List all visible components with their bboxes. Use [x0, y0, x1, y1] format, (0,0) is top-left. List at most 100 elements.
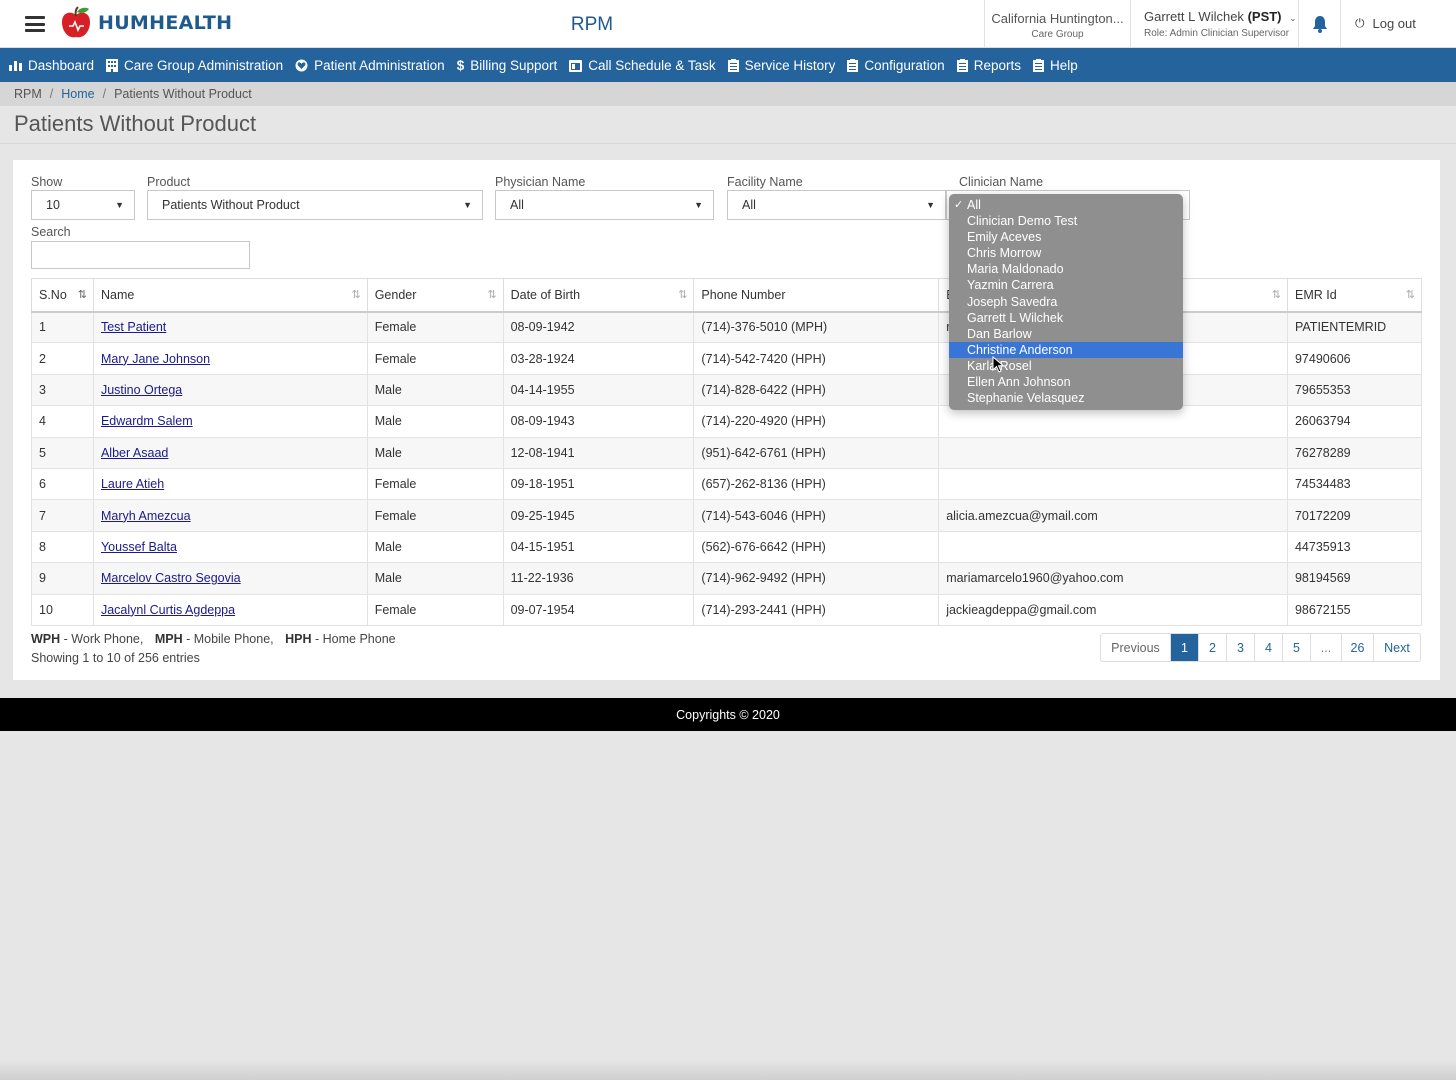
patient-name-link[interactable]: Youssef Balta: [101, 540, 177, 554]
dropdown-option[interactable]: Karla Rosel: [949, 358, 1183, 374]
patient-name-link[interactable]: Justino Ortega: [101, 383, 182, 397]
cell-emr-id: 79655353: [1286, 373, 1423, 407]
dropdown-option[interactable]: Ellen Ann Johnson: [949, 374, 1183, 390]
nav-patient-administration[interactable]: Patient Administration: [295, 58, 445, 73]
legend-abbr: WPH: [31, 632, 61, 646]
page-title: Patients Without Product: [14, 111, 257, 136]
cell-gender: Female: [366, 467, 504, 501]
physician-select[interactable]: All ▼: [495, 190, 714, 220]
cell-phone: (714)-220-4920 (HPH): [693, 405, 940, 438]
search-label: Search: [31, 225, 71, 239]
patient-name-link[interactable]: Mary Jane Johnson: [101, 352, 210, 366]
pagination-page[interactable]: 4: [1254, 634, 1282, 661]
column-header-phone[interactable]: Phone Number: [693, 278, 940, 313]
cell-email: [938, 405, 1288, 438]
dropdown-option[interactable]: Garrett L Wilchek: [949, 310, 1183, 326]
cell-dob: 03-28-1924: [502, 342, 695, 375]
patient-name-link[interactable]: Laure Atieh: [101, 477, 164, 491]
table-header-row: S.No ⇅ Name ⇅ Gender ⇅ Date of Birth ⇅ Phone…: [31, 278, 1423, 313]
dropdown-option[interactable]: Clinician Demo Test: [949, 213, 1183, 229]
nav-dashboard[interactable]: Dashboard: [9, 58, 94, 73]
dropdown-option[interactable]: Stephanie Velasquez: [949, 390, 1183, 406]
search-input[interactable]: [31, 241, 250, 269]
option-label: Stephanie Velasquez: [967, 391, 1085, 406]
breadcrumb-current: Patients Without Product: [114, 87, 252, 101]
nav-care-group-administration[interactable]: Care Group Administration: [106, 58, 283, 73]
user-name: Garrett L Wilchek: [1144, 9, 1244, 24]
user-menu[interactable]: Garrett L Wilchek (PST) ⌄ Role: Admin Cl…: [1130, 0, 1298, 47]
cell-emr-id: 98672155: [1286, 593, 1423, 626]
column-header-emr-id[interactable]: EMR Id ⇅: [1286, 278, 1423, 313]
logout-button[interactable]: ⏻ Log out: [1340, 0, 1456, 47]
table-row: 5 Alber Asaad Male 12-08-1941 (951)-642-…: [31, 436, 1423, 469]
nav-label: Billing Support: [470, 57, 558, 73]
pagination-page[interactable]: 5: [1282, 634, 1310, 661]
sort-icon: ⇅: [1405, 289, 1415, 301]
nav-call-schedule-task[interactable]: Call Schedule & Task: [569, 58, 716, 73]
product-select[interactable]: Patients Without Product ▼: [147, 190, 483, 220]
dropdown-option[interactable]: Dan Barlow: [949, 326, 1183, 342]
legend-text: - Work Phone,: [63, 632, 144, 646]
dropdown-option-highlighted[interactable]: Christine Anderson: [949, 341, 1183, 358]
brand-logo[interactable]: HUMHEALTH: [60, 6, 232, 40]
patient-name-link[interactable]: Maryh Amezcua: [101, 509, 191, 523]
patient-name-link[interactable]: Jacalynl Curtis Agdeppa: [101, 603, 235, 617]
pagination-next[interactable]: Next: [1373, 634, 1420, 661]
breadcrumb-home-link[interactable]: Home: [61, 87, 94, 101]
column-header-gender[interactable]: Gender ⇅: [366, 278, 504, 313]
cell-emr-id: 76278289: [1286, 436, 1423, 469]
notifications-button[interactable]: [1298, 0, 1340, 47]
menu-icon[interactable]: [25, 16, 45, 32]
divider: [0, 143, 1456, 144]
option-label: Clinician Demo Test: [967, 214, 1078, 229]
nav-reports[interactable]: Reports: [956, 58, 1021, 73]
breadcrumb-separator: /: [102, 87, 107, 101]
show-entries-select[interactable]: 10 ▼: [31, 190, 135, 220]
patient-name-link[interactable]: Marcelov Castro Segovia: [101, 571, 241, 585]
option-label: Yazmin Carrera: [967, 278, 1054, 293]
dropdown-option[interactable]: Maria Maldonado: [949, 261, 1183, 277]
window-bottom-edge: [0, 1060, 1456, 1080]
pagination-page[interactable]: 3: [1226, 634, 1254, 661]
dropdown-option[interactable]: Chris Morrow: [949, 245, 1183, 261]
user-timezone: (PST): [1247, 9, 1282, 24]
nav-service-history[interactable]: Service History: [727, 58, 835, 73]
patient-name-link[interactable]: Edwardm Salem: [101, 414, 193, 428]
column-header-sno[interactable]: S.No ⇅: [31, 278, 94, 313]
pagination-previous[interactable]: Previous: [1101, 634, 1170, 661]
patients-table: S.No ⇅ Name ⇅ Gender ⇅ Date of Birth ⇅ Phone…: [31, 278, 1423, 626]
nav-billing-support[interactable]: $ Billing Support: [457, 58, 558, 73]
nav-label: Care Group Administration: [124, 57, 284, 73]
table-row: 2 Mary Jane Johnson Female 03-28-1924 (7…: [31, 342, 1423, 375]
dropdown-option[interactable]: ✓ All: [949, 197, 1183, 213]
table-row: 6 Laure Atieh Female 09-18-1951 (657)-26…: [31, 467, 1423, 501]
cell-gender: Male: [366, 530, 504, 564]
show-entries-value: 10: [46, 198, 60, 212]
cell-sno: 9: [31, 562, 94, 595]
dropdown-option[interactable]: Emily Aceves: [949, 229, 1183, 245]
pagination-page[interactable]: 1: [1170, 634, 1198, 661]
facility-select[interactable]: All ▼: [727, 190, 946, 220]
cell-gender: Female: [366, 593, 504, 626]
column-header-name[interactable]: Name ⇅: [92, 278, 368, 313]
cell-phone: (657)-262-8136 (HPH): [693, 467, 940, 501]
nav-configuration[interactable]: Configuration: [847, 58, 945, 73]
patient-name-link[interactable]: Alber Asaad: [101, 446, 168, 460]
org-switcher[interactable]: California Huntington... Care Group: [984, 0, 1130, 47]
patient-name-link[interactable]: Test Patient: [101, 320, 166, 334]
brand-name: HUMHEALTH: [98, 12, 233, 34]
pagination-page[interactable]: 2: [1198, 634, 1226, 661]
column-header-dob[interactable]: Date of Birth ⇅: [502, 278, 695, 313]
chevron-down-icon: ▼: [463, 200, 472, 210]
cell-name: Edwardm Salem: [92, 405, 368, 438]
clipboard-icon: [727, 58, 739, 72]
legend-text: - Mobile Phone,: [186, 632, 274, 646]
nav-help[interactable]: Help: [1032, 58, 1078, 73]
sort-icon: ⇅: [77, 289, 87, 301]
table-row: 10 Jacalynl Curtis Agdeppa Female 09-07-…: [31, 593, 1423, 626]
physician-label: Physician Name: [495, 175, 586, 189]
dropdown-option[interactable]: Joseph Savedra: [949, 294, 1183, 310]
dropdown-option[interactable]: Yazmin Carrera: [949, 277, 1183, 293]
cell-emr-id: 98194569: [1286, 562, 1423, 595]
pagination-page[interactable]: 26: [1341, 634, 1373, 661]
